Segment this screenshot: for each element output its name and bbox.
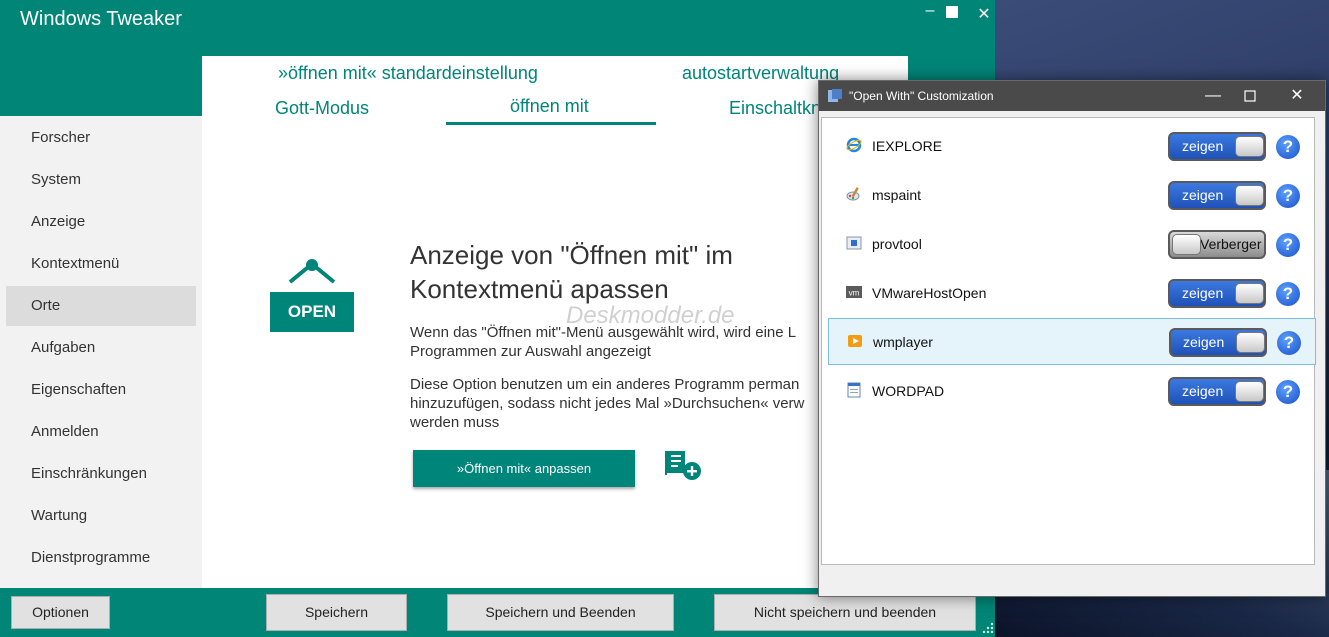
sidebar-item-anzeige[interactable]: Anzeige xyxy=(6,202,196,242)
sidebar-item-wartung[interactable]: Wartung xyxy=(6,496,196,536)
dialog-close-button[interactable]: ✕ xyxy=(1286,85,1308,107)
sidebar-item-system[interactable]: System xyxy=(6,160,196,200)
visibility-toggle[interactable]: zeigen xyxy=(1168,377,1266,406)
list-item-vmwarehostopen[interactable]: vm VMwareHostOpen zeigen ? xyxy=(828,270,1316,317)
sidebar-item-kontextmenu[interactable]: Kontextmenü xyxy=(6,244,196,284)
vmware-icon: vm xyxy=(846,286,862,298)
options-button[interactable]: Optionen xyxy=(11,596,110,629)
visibility-toggle[interactable]: zeigen xyxy=(1168,279,1266,308)
tab-autostartverwaltung[interactable]: autostartverwaltung xyxy=(682,63,839,84)
list-item-label: wmplayer xyxy=(873,334,933,350)
list-item-provtool[interactable]: provtool Verberger ? xyxy=(828,221,1316,268)
page-heading: Anzeige von "Öffnen mit" im Kontextmenü … xyxy=(410,238,830,306)
sidebar-item-anmelden[interactable]: Anmelden xyxy=(6,412,196,452)
visibility-toggle[interactable]: zeigen xyxy=(1168,132,1266,161)
toggle-knob xyxy=(1235,283,1264,304)
list-item-label: provtool xyxy=(872,236,922,252)
list-item-label: VMwareHostOpen xyxy=(872,285,987,301)
open-sign-label: OPEN xyxy=(270,292,354,332)
help-icon[interactable]: ? xyxy=(1277,331,1301,355)
internet-explorer-icon xyxy=(846,137,862,153)
open-with-dialog: "Open With" Customization — ✕ IEXPLORE z… xyxy=(818,80,1326,597)
tab-gott-modus[interactable]: Gott-Modus xyxy=(275,98,369,119)
save-button[interactable]: Speichern xyxy=(266,594,407,631)
sidebar-item-aufgaben[interactable]: Aufgaben xyxy=(6,328,196,368)
dialog-maximize-button[interactable] xyxy=(1239,85,1261,107)
list-item-mspaint[interactable]: mspaint zeigen ? xyxy=(828,172,1316,219)
toggle-knob xyxy=(1172,234,1201,255)
dialog-app-icon xyxy=(828,89,842,102)
toggle-state: zeigen xyxy=(1182,138,1224,154)
visibility-toggle[interactable]: zeigen xyxy=(1169,328,1267,357)
provtool-icon xyxy=(846,236,862,250)
save-and-exit-button[interactable]: Speichern und Beenden xyxy=(447,594,674,631)
tab-einschaltknopf[interactable]: Einschaltkn xyxy=(729,98,821,119)
sidebar-item-einschraenkungen[interactable]: Einschränkungen xyxy=(6,454,196,494)
tab-standardeinstellung[interactable]: »öffnen mit« standardeinstellung xyxy=(278,63,538,84)
toggle-knob xyxy=(1235,381,1264,402)
discard-and-exit-button[interactable]: Nicht speichern und beenden xyxy=(714,594,976,631)
close-button[interactable]: ✕ xyxy=(974,4,994,24)
list-item-label: WORDPAD xyxy=(872,383,945,399)
sidebar-item-eigenschaften[interactable]: Eigenschaften xyxy=(6,370,196,410)
sidebar-item-dienstprogramme[interactable]: Dienstprogramme xyxy=(6,538,196,578)
help-icon[interactable]: ? xyxy=(1276,282,1300,306)
open-sign-icon: OPEN xyxy=(270,256,354,336)
sidebar-item-forscher[interactable]: Forscher xyxy=(6,118,196,158)
dialog-title: "Open With" Customization xyxy=(849,89,994,103)
description-2: Diese Option benutzen um ein anderes Pro… xyxy=(410,375,830,432)
paint-icon xyxy=(846,187,860,201)
dialog-minimize-button[interactable]: — xyxy=(1202,85,1224,107)
visibility-toggle[interactable]: zeigen xyxy=(1168,181,1266,210)
maximize-icon xyxy=(1244,90,1256,102)
customize-open-with-button[interactable]: »Öffnen mit« anpassen xyxy=(413,450,635,487)
toggle-state: zeigen xyxy=(1182,285,1224,301)
list-item-wordpad[interactable]: WORDPAD zeigen ? xyxy=(828,368,1316,415)
toggle-knob xyxy=(1235,185,1264,206)
toggle-state: Verberger xyxy=(1200,236,1262,252)
description-line: Programmen zur Auswahl angezeigt xyxy=(410,343,651,360)
toggle-state: zeigen xyxy=(1183,334,1225,350)
toggle-knob xyxy=(1236,332,1265,353)
active-tab-indicator xyxy=(446,122,656,125)
sign-hanger-icon xyxy=(288,259,336,284)
list-item-label: IEXPLORE xyxy=(872,138,943,154)
media-player-icon xyxy=(848,335,862,347)
maximize-button[interactable] xyxy=(946,6,958,18)
description-line: Diese Option benutzen um ein anderes Pro… xyxy=(410,376,800,393)
watermark: Deskmodder.de xyxy=(566,302,735,329)
visibility-toggle[interactable]: Verberger xyxy=(1168,230,1266,259)
list-item-iexplore[interactable]: IEXPLORE zeigen ? xyxy=(828,123,1316,170)
dialog-list: IEXPLORE zeigen ? mspaint zeigen ? provt… xyxy=(821,117,1316,565)
heading-line: Kontextmenü apassen xyxy=(410,274,669,304)
dialog-titlebar[interactable]: "Open With" Customization — ✕ xyxy=(819,81,1325,111)
minimize-button[interactable]: – xyxy=(920,2,940,20)
resize-grip-icon[interactable] xyxy=(980,620,994,634)
add-document-icon[interactable] xyxy=(665,449,705,485)
content-panel: »öffnen mit« standardeinstellung autosta… xyxy=(202,56,908,588)
list-item-label: mspaint xyxy=(872,187,922,203)
help-icon[interactable]: ? xyxy=(1276,380,1300,404)
description-line: werden muss xyxy=(410,414,500,431)
sidebar-item-orte[interactable]: Orte xyxy=(6,286,196,326)
tab-oeffnen-mit[interactable]: öffnen mit xyxy=(510,96,589,117)
help-icon[interactable]: ? xyxy=(1276,233,1300,257)
help-icon[interactable]: ? xyxy=(1276,135,1300,159)
wordpad-icon xyxy=(847,382,861,398)
app-title: Windows Tweaker xyxy=(20,8,182,30)
help-icon[interactable]: ? xyxy=(1276,184,1300,208)
list-item-wmplayer[interactable]: wmplayer zeigen ? xyxy=(828,318,1316,365)
vmware-icon-text: vm xyxy=(849,289,860,298)
toggle-knob xyxy=(1235,136,1264,157)
sidebar: Forscher System Anzeige Kontextmenü Orte… xyxy=(0,116,202,588)
description-line: hinzuzufügen, sodass nicht jedes Mal »Du… xyxy=(410,395,805,412)
heading-line: Anzeige von "Öffnen mit" im xyxy=(410,240,733,270)
toggle-state: zeigen xyxy=(1182,187,1224,203)
toggle-state: zeigen xyxy=(1182,383,1224,399)
